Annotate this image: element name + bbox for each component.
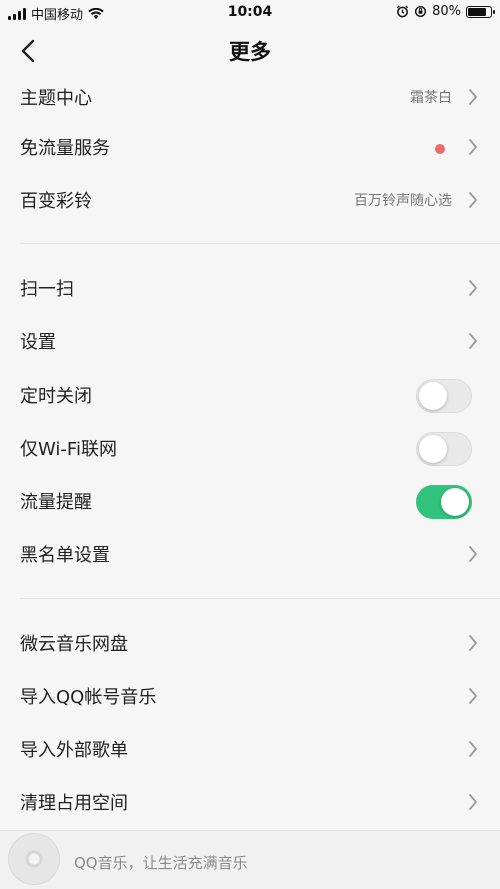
row-wifi-only: 仅Wi-Fi联网 xyxy=(0,423,500,473)
row-label: 导入外部歌单 xyxy=(20,740,128,761)
chevron-right-icon xyxy=(469,794,478,810)
chevron-right-icon xyxy=(469,139,478,155)
row-label: 扫一扫 xyxy=(20,279,74,300)
row-label: 微云音乐网盘 xyxy=(20,634,128,655)
row-label: 免流量服务 xyxy=(20,138,110,159)
alarm-icon xyxy=(396,5,409,18)
section-divider xyxy=(20,243,500,244)
row-label: 百变彩铃 xyxy=(20,191,92,212)
toggle-knob xyxy=(419,382,447,410)
row-data-reminder: 流量提醒 xyxy=(0,476,500,526)
row-label: 主题中心 xyxy=(20,88,92,109)
row-value: 霜茶白 xyxy=(410,90,452,106)
nav-bar: 更多 xyxy=(0,26,500,76)
row-import-external-playlist[interactable]: 导入外部歌单 xyxy=(0,724,500,774)
notification-dot xyxy=(435,144,445,154)
section-divider xyxy=(20,598,500,599)
row-scan[interactable]: 扫一扫 xyxy=(0,263,500,313)
row-value: 百万铃声随心选 xyxy=(354,193,452,209)
row-label: 流量提醒 xyxy=(20,492,92,513)
row-free-data-service[interactable]: 免流量服务 xyxy=(0,122,500,172)
page-title: 更多 xyxy=(229,40,271,64)
album-disc-icon[interactable] xyxy=(8,833,60,885)
wifi-only-toggle[interactable] xyxy=(416,432,472,466)
chevron-right-icon xyxy=(469,280,478,296)
row-label: 导入QQ帐号音乐 xyxy=(20,687,157,708)
row-label: 设置 xyxy=(20,332,56,353)
status-right: 80% xyxy=(396,4,495,19)
row-import-qq-music[interactable]: 导入QQ帐号音乐 xyxy=(0,671,500,721)
orientation-lock-icon xyxy=(415,5,427,18)
mini-player-bar[interactable]: QQ音乐，让生活充满音乐 xyxy=(0,830,500,889)
row-clear-storage[interactable]: 清理占用空间 xyxy=(0,777,500,827)
chevron-right-icon xyxy=(469,688,478,704)
chevron-right-icon xyxy=(469,741,478,757)
battery-icon xyxy=(466,5,495,18)
sleep-timer-toggle[interactable] xyxy=(416,379,472,413)
player-slogan: QQ音乐，让生活充满音乐 xyxy=(74,854,248,872)
status-bar: 中国移动 10:04 80% xyxy=(0,0,500,26)
row-sleep-timer: 定时关闭 xyxy=(0,370,500,420)
row-label: 定时关闭 xyxy=(20,386,92,407)
row-ringtone[interactable]: 百变彩铃 百万铃声随心选 xyxy=(0,175,500,225)
battery-percent: 80% xyxy=(432,4,461,19)
chevron-right-icon xyxy=(469,635,478,651)
toggle-knob xyxy=(441,488,469,516)
data-reminder-toggle[interactable] xyxy=(416,485,472,519)
chevron-right-icon xyxy=(469,192,478,208)
row-label: 清理占用空间 xyxy=(20,793,128,814)
chevron-right-icon xyxy=(469,89,478,105)
toggle-knob xyxy=(419,435,447,463)
chevron-right-icon xyxy=(469,546,478,562)
row-label: 仅Wi-Fi联网 xyxy=(20,439,117,460)
row-label: 黑名单设置 xyxy=(20,545,110,566)
battery-fill xyxy=(468,7,486,16)
row-cloud-music-disk[interactable]: 微云音乐网盘 xyxy=(0,618,500,668)
row-theme-center[interactable]: 主题中心 霜茶白 xyxy=(0,72,500,122)
chevron-right-icon xyxy=(469,333,478,349)
row-settings[interactable]: 设置 xyxy=(0,316,500,366)
row-blacklist-settings[interactable]: 黑名单设置 xyxy=(0,529,500,579)
